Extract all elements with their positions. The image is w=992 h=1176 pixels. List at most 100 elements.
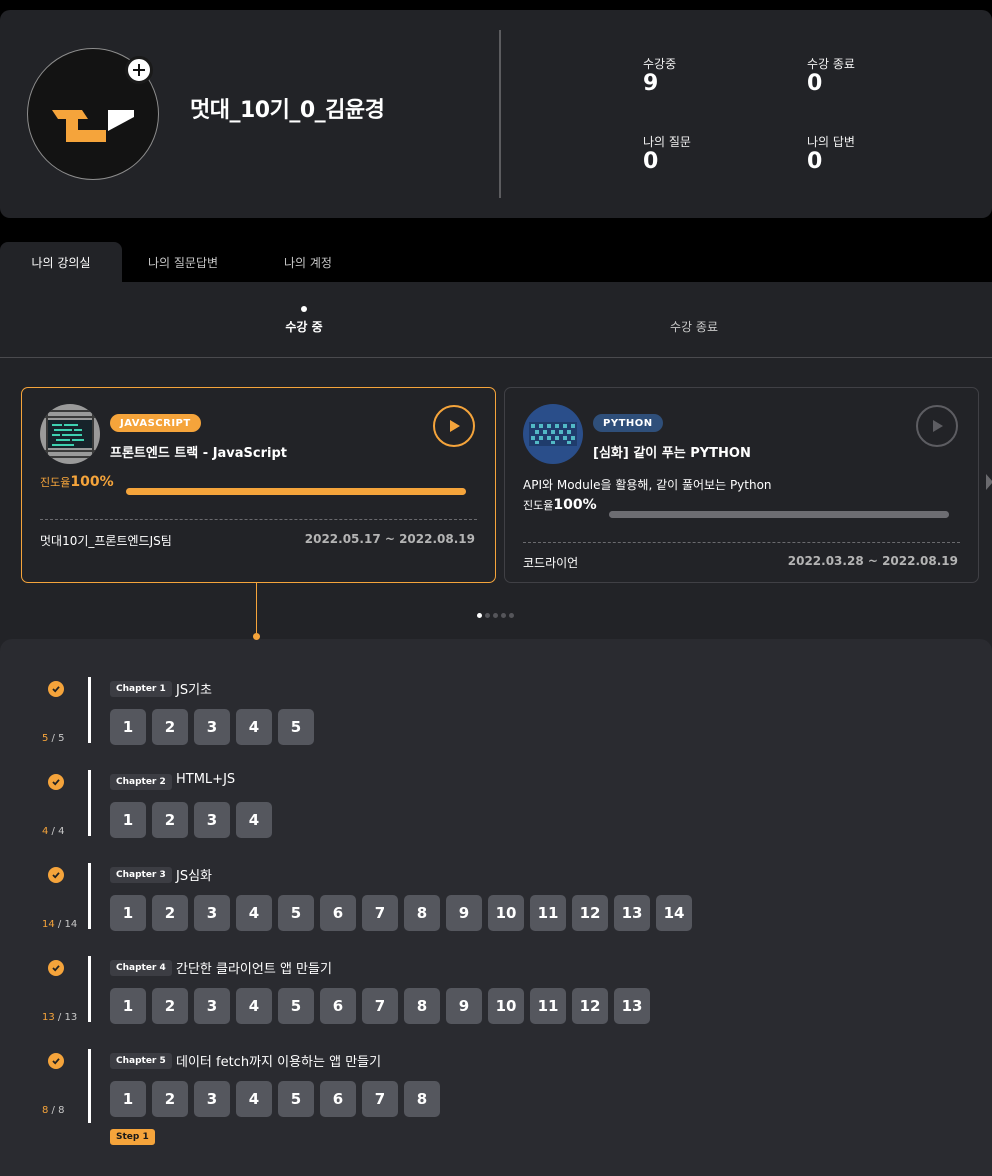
lesson-button[interactable]: 3 xyxy=(194,709,230,745)
lesson-button[interactable]: 8 xyxy=(404,988,440,1024)
step-badge[interactable]: Step 1 xyxy=(110,1129,155,1145)
progress-fill xyxy=(126,488,466,495)
count-separator: / xyxy=(54,919,65,930)
chapter-list: 5 / 5 Chapter 1 JS기초 1 2 3 4 5 4 / 4 Chapter 2 HTM… xyxy=(0,639,992,1176)
chevron-right-icon[interactable] xyxy=(986,474,992,490)
chapter-timeline-line xyxy=(88,956,91,1022)
stat-value: 9 xyxy=(643,71,659,96)
lesson-button[interactable]: 10 xyxy=(488,895,524,931)
course-title: [심화] 같이 푸는 PYTHON xyxy=(593,446,751,461)
carousel-dot[interactable] xyxy=(509,613,514,618)
lesson-button[interactable]: 13 xyxy=(614,988,650,1024)
lesson-button[interactable]: 12 xyxy=(572,988,608,1024)
chapter-tag: Chapter 5 xyxy=(110,1053,172,1069)
lesson-button[interactable]: 6 xyxy=(320,895,356,931)
count-separator: / xyxy=(48,1105,59,1116)
stat-answers: 나의 답변 0 xyxy=(807,133,855,174)
lesson-button[interactable]: 9 xyxy=(446,895,482,931)
lesson-button[interactable]: 3 xyxy=(194,895,230,931)
course-title: 프론트엔드 트랙 - JavaScript xyxy=(110,446,288,461)
lesson-button[interactable]: 9 xyxy=(446,988,482,1024)
stat-enrolled: 수강중 9 xyxy=(643,55,676,96)
tab-my-qna[interactable]: 나의 질문답변 xyxy=(122,242,244,282)
chapter-timeline-line xyxy=(88,770,91,836)
lesson-button[interactable]: 13 xyxy=(614,895,650,931)
profile-name: 멋대_10기_0_김윤경 xyxy=(190,98,385,123)
chapter-title: 데이터 fetch까지 이용하는 앱 만들기 xyxy=(176,1055,382,1070)
course-card-javascript[interactable]: JAVASCRIPT 프론트엔드 트랙 - JavaScript 진도율100%… xyxy=(21,387,496,583)
lesson-button[interactable]: 8 xyxy=(404,1081,440,1117)
play-button[interactable] xyxy=(916,405,958,447)
play-button[interactable] xyxy=(433,405,475,447)
chapter-progress-count: 5 / 5 xyxy=(42,733,64,744)
subtab-finished[interactable]: 수강 종료 xyxy=(670,318,718,335)
lesson-button[interactable]: 5 xyxy=(278,1081,314,1117)
lesson-button[interactable]: 7 xyxy=(362,1081,398,1117)
lesson-button[interactable]: 3 xyxy=(194,1081,230,1117)
check-icon xyxy=(48,867,64,883)
tab-my-account[interactable]: 나의 계정 xyxy=(244,242,372,282)
check-icon xyxy=(48,774,64,790)
course-description: API와 Module을 활용해, 같이 풀어보는 Python xyxy=(523,478,772,492)
lesson-button[interactable]: 4 xyxy=(236,709,272,745)
total-count: 4 xyxy=(58,826,65,837)
lesson-button[interactable]: 6 xyxy=(320,1081,356,1117)
lesson-button[interactable]: 3 xyxy=(194,802,230,838)
lesson-button[interactable]: 3 xyxy=(194,988,230,1024)
course-card-python[interactable]: PYTHON [심화] 같이 푸는 PYTHON API와 Module을 활용… xyxy=(504,387,979,583)
lesson-button[interactable]: 8 xyxy=(404,895,440,931)
add-photo-button[interactable] xyxy=(125,56,153,84)
check-icon xyxy=(48,1053,64,1069)
lesson-button[interactable]: 5 xyxy=(278,988,314,1024)
chapter-title: 간단한 클라이언트 앱 만들기 xyxy=(176,962,332,977)
lesson-button[interactable]: 4 xyxy=(236,1081,272,1117)
lesson-button[interactable]: 2 xyxy=(152,802,188,838)
progress-bar xyxy=(609,511,949,518)
lesson-button[interactable]: 1 xyxy=(110,988,146,1024)
chapter-progress-count: 4 / 4 xyxy=(42,826,64,837)
carousel-dot[interactable] xyxy=(501,613,506,618)
chapter-timeline-line xyxy=(88,863,91,929)
carousel-dot[interactable] xyxy=(485,613,490,618)
lesson-button[interactable]: 5 xyxy=(278,709,314,745)
main-tabs: 나의 강의실 나의 질문답변 나의 계정 xyxy=(0,242,372,282)
carousel-dot[interactable] xyxy=(493,613,498,618)
progress-label: 진도율100% xyxy=(40,474,114,490)
lesson-button[interactable]: 1 xyxy=(110,1081,146,1117)
chapter-timeline-line xyxy=(88,677,91,743)
lesson-button[interactable]: 4 xyxy=(236,802,272,838)
lesson-button[interactable]: 2 xyxy=(152,709,188,745)
lesson-button[interactable]: 10 xyxy=(488,988,524,1024)
lesson-button[interactable]: 2 xyxy=(152,988,188,1024)
course-thumbnail xyxy=(40,404,100,464)
lesson-button[interactable]: 4 xyxy=(236,895,272,931)
lesson-button[interactable]: 2 xyxy=(152,895,188,931)
chapter-tag: Chapter 2 xyxy=(110,774,172,790)
lesson-button[interactable]: 14 xyxy=(656,895,692,931)
lesson-button[interactable]: 1 xyxy=(110,802,146,838)
progress-label-text: 진도율 xyxy=(523,499,554,512)
lesson-button[interactable]: 5 xyxy=(278,895,314,931)
lesson-button[interactable]: 1 xyxy=(110,895,146,931)
lesson-button[interactable]: 11 xyxy=(530,895,566,931)
lesson-button[interactable]: 4 xyxy=(236,988,272,1024)
lesson-button[interactable]: 1 xyxy=(110,709,146,745)
lesson-button[interactable]: 12 xyxy=(572,895,608,931)
subtab-enrolled[interactable]: 수강 중 xyxy=(285,318,322,335)
lesson-button[interactable]: 6 xyxy=(320,988,356,1024)
lesson-button[interactable]: 7 xyxy=(362,988,398,1024)
lesson-list: 12345 xyxy=(110,709,314,745)
total-count: 5 xyxy=(58,733,65,744)
progress-label: 진도율100% xyxy=(523,497,597,513)
tab-my-classroom[interactable]: 나의 강의실 xyxy=(0,242,122,282)
lesson-button[interactable]: 11 xyxy=(530,988,566,1024)
lesson-button[interactable]: 7 xyxy=(362,895,398,931)
lesson-button[interactable]: 2 xyxy=(152,1081,188,1117)
lesson-list: 1 2 3 4 5 6 7 8 9 10 11 12 13 14 xyxy=(110,895,692,931)
progress-bar xyxy=(126,488,466,495)
carousel-dot[interactable] xyxy=(477,613,482,618)
divider xyxy=(523,542,960,543)
active-indicator xyxy=(301,306,307,312)
check-icon xyxy=(48,960,64,976)
lesson-list: 1234 xyxy=(110,802,272,838)
